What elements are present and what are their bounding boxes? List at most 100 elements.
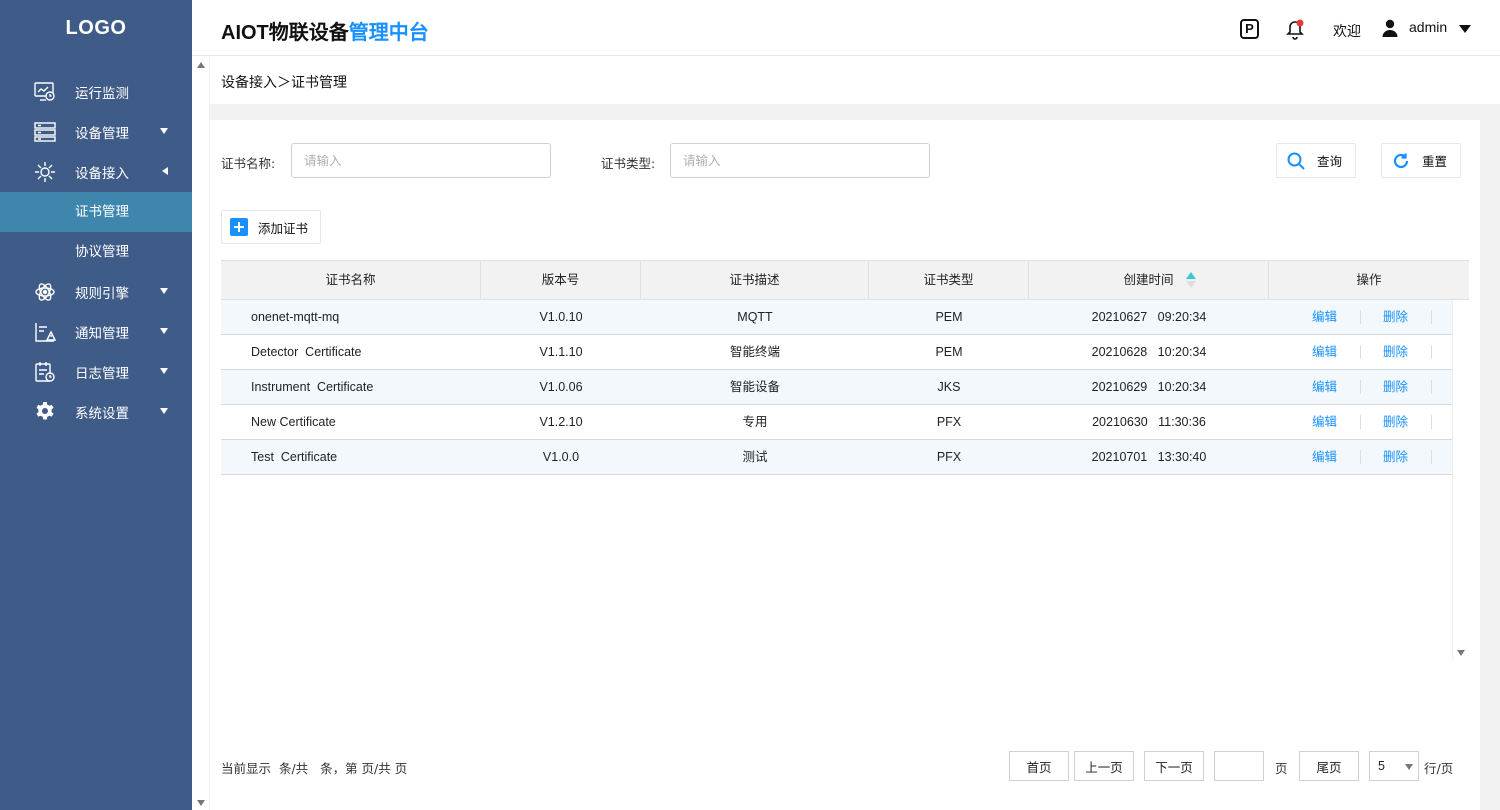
sidebar-item-label: 系统设置 bbox=[75, 406, 129, 422]
scroll-down-icon[interactable] bbox=[197, 800, 205, 806]
breadcrumb-bar: 设备接入＞证书管理 bbox=[210, 56, 1500, 104]
sidebar-subitem-certificate-management[interactable]: 证书管理 bbox=[0, 192, 192, 232]
cell-actions: 编辑 删除 bbox=[1269, 405, 1452, 439]
search-label: 查询 bbox=[1317, 154, 1343, 169]
top-header: AIOT物联设备管理中台 P 欢迎 admin bbox=[192, 0, 1500, 56]
cell-cert-type: PFX bbox=[936, 415, 962, 429]
table-row: Test Certificate V1.0.0 测试 PFX 20210701 … bbox=[221, 440, 1452, 475]
sidebar-menu: 运行监测 设备管理 设备接入 证书管理 协议管理 规则引擎 通知管理 日志管理 … bbox=[0, 72, 192, 432]
delete-link[interactable]: 删除 bbox=[1361, 440, 1431, 474]
page-size-select[interactable]: 5 bbox=[1369, 751, 1419, 781]
logo: LOGO bbox=[65, 17, 127, 39]
reset-button[interactable]: 重置 bbox=[1381, 143, 1461, 178]
chevron-down-icon bbox=[160, 128, 168, 134]
cell-actions: 编辑 删除 bbox=[1269, 370, 1452, 404]
cert-type-label: 证书类型: bbox=[601, 156, 656, 171]
delete-link[interactable]: 删除 bbox=[1361, 405, 1431, 439]
cell-description: 专用 bbox=[742, 415, 768, 429]
scroll-down-icon[interactable] bbox=[1457, 650, 1465, 656]
cell-description: MQTT bbox=[737, 310, 773, 324]
delete-link[interactable]: 删除 bbox=[1361, 335, 1431, 369]
cell-cert-name: Test Certificate bbox=[251, 450, 338, 464]
add-certificate-label: 添加证书 bbox=[258, 220, 309, 236]
delete-link[interactable]: 删除 bbox=[1361, 370, 1431, 404]
edit-link[interactable]: 编辑 bbox=[1290, 405, 1360, 439]
sidebar-item-log-management[interactable]: 日志管理 bbox=[0, 352, 192, 392]
parking-icon[interactable]: P bbox=[1240, 19, 1259, 39]
app-title-main: AIOT物联设备 bbox=[221, 22, 349, 44]
table-row: Instrument Certificate V1.0.06 智能设备 JKS … bbox=[221, 370, 1452, 405]
breadcrumb: 设备接入＞证书管理 bbox=[221, 75, 347, 91]
sidebar-item-monitoring[interactable]: 运行监测 bbox=[0, 72, 192, 112]
edit-link[interactable]: 编辑 bbox=[1290, 300, 1360, 334]
page-scrollbar[interactable] bbox=[192, 56, 210, 810]
cell-cert-type: PEM bbox=[935, 345, 963, 359]
add-certificate-button[interactable]: 添加证书 bbox=[221, 210, 321, 244]
caret-down-icon[interactable] bbox=[1459, 25, 1471, 33]
bell-icon[interactable] bbox=[1283, 17, 1307, 41]
sidebar-item-notification-management[interactable]: 通知管理 bbox=[0, 312, 192, 352]
sort-ascending-icon[interactable] bbox=[1186, 272, 1196, 279]
cell-created-time: 20210628 10:20:34 bbox=[1091, 345, 1207, 359]
server-icon bbox=[34, 121, 56, 143]
action-divider bbox=[1430, 450, 1432, 464]
table-row: Detector Certificate V1.1.10 智能终端 PEM 20… bbox=[221, 335, 1452, 370]
delete-link[interactable]: 删除 bbox=[1361, 300, 1431, 334]
column-header-created-time[interactable]: 创建时间 bbox=[1029, 261, 1269, 299]
refresh-icon bbox=[1392, 152, 1410, 170]
search-button[interactable]: 查询 bbox=[1276, 143, 1356, 178]
cell-description: 测试 bbox=[742, 450, 768, 464]
action-divider bbox=[1430, 415, 1432, 429]
last-page-button[interactable]: 尾页 bbox=[1299, 751, 1359, 781]
cell-created-time: 20210627 09:20:34 bbox=[1091, 310, 1207, 324]
first-page-button[interactable]: 首页 bbox=[1009, 751, 1069, 781]
cell-cert-name: New Certificate bbox=[251, 415, 336, 429]
user-icon bbox=[1382, 19, 1398, 37]
page-unit-label: 页 bbox=[1275, 761, 1288, 776]
chevron-down-icon bbox=[160, 288, 168, 294]
welcome-text: 欢迎 bbox=[1333, 24, 1361, 40]
edit-link[interactable]: 编辑 bbox=[1290, 335, 1360, 369]
sidebar-item-label: 通知管理 bbox=[75, 326, 129, 342]
cert-name-label: 证书名称: bbox=[221, 156, 276, 171]
content-panel: 证书名称: 证书类型: 查询 重置 添加证书 证书名称 版本号 证书描述 证书类… bbox=[210, 120, 1480, 810]
cert-name-input[interactable] bbox=[291, 143, 551, 178]
sidebar-subitem-protocol-management[interactable]: 协议管理 bbox=[0, 232, 192, 272]
cell-created-time: 20210630 11:30:36 bbox=[1092, 415, 1206, 429]
reset-label: 重置 bbox=[1422, 154, 1448, 169]
page-number-input[interactable] bbox=[1214, 751, 1264, 781]
chevron-down-icon bbox=[160, 368, 168, 374]
action-divider bbox=[1430, 345, 1432, 359]
sort-descending-icon[interactable] bbox=[1186, 281, 1196, 288]
scroll-up-icon[interactable] bbox=[197, 62, 205, 68]
rules-engine-icon bbox=[34, 281, 56, 303]
sidebar-item-device-management[interactable]: 设备管理 bbox=[0, 112, 192, 152]
next-page-button[interactable]: 下一页 bbox=[1144, 751, 1204, 781]
edit-link[interactable]: 编辑 bbox=[1290, 440, 1360, 474]
cert-type-input[interactable] bbox=[670, 143, 930, 178]
action-divider bbox=[1430, 310, 1432, 324]
gear-icon bbox=[34, 401, 56, 423]
cell-cert-name: Instrument Certificate bbox=[251, 380, 374, 394]
sidebar-item-rules-engine[interactable]: 规则引擎 bbox=[0, 272, 192, 312]
column-header-cert-type: 证书类型 bbox=[869, 261, 1029, 299]
table-scrollbar[interactable] bbox=[1452, 300, 1469, 660]
chevron-down-icon bbox=[1405, 764, 1413, 770]
cell-cert-name: Detector Certificate bbox=[251, 345, 362, 359]
cell-version: V1.0.0 bbox=[542, 450, 580, 464]
cell-cert-name: onenet-mqtt-mq bbox=[251, 310, 340, 324]
cell-cert-type: PFX bbox=[936, 450, 962, 464]
table-body: onenet-mqtt-mq V1.0.10 MQTT PEM 20210627… bbox=[221, 300, 1452, 475]
search-icon bbox=[1287, 152, 1305, 170]
table-row: New Certificate V1.2.10 专用 PFX 20210630 … bbox=[221, 405, 1452, 440]
prev-page-button[interactable]: 上一页 bbox=[1074, 751, 1134, 781]
column-header-version: 版本号 bbox=[481, 261, 641, 299]
edit-link[interactable]: 编辑 bbox=[1290, 370, 1360, 404]
cell-actions: 编辑 删除 bbox=[1269, 335, 1452, 369]
sidebar-item-device-access[interactable]: 设备接入 bbox=[0, 152, 192, 192]
username[interactable]: admin bbox=[1409, 19, 1447, 35]
sidebar-item-system-settings[interactable]: 系统设置 bbox=[0, 392, 192, 432]
app-title: AIOT物联设备管理中台 bbox=[221, 16, 429, 45]
table-row: onenet-mqtt-mq V1.0.10 MQTT PEM 20210627… bbox=[221, 300, 1452, 335]
table-header: 证书名称 版本号 证书描述 证书类型 创建时间 操作 bbox=[221, 260, 1469, 300]
